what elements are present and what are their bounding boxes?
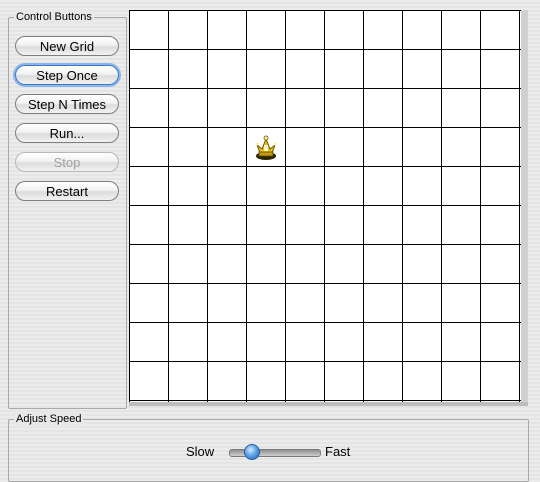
grid-lines (130, 11, 522, 403)
adjust-speed-panel: Adjust Speed Slow Fast (8, 411, 529, 482)
vertical-scrollbar[interactable] (521, 10, 528, 406)
stop-button: Stop (15, 152, 119, 172)
control-buttons-panel: Control Buttons New Grid Step Once Step … (8, 9, 127, 409)
run-button[interactable]: Run... (15, 123, 119, 143)
grid-scroll-pane[interactable] (129, 10, 528, 406)
fast-label: Fast (325, 444, 351, 459)
new-grid-button[interactable]: New Grid (15, 36, 119, 56)
step-n-times-button[interactable]: Step N Times (15, 94, 119, 114)
horizontal-scrollbar[interactable] (129, 402, 528, 406)
speed-slider-track[interactable] (229, 449, 321, 457)
slow-label: Slow (186, 444, 215, 459)
crown-critter-icon[interactable] (255, 133, 277, 161)
adjust-speed-title: Adjust Speed (14, 411, 84, 427)
step-once-button[interactable]: Step Once (15, 65, 119, 85)
world-grid[interactable] (129, 10, 522, 403)
speed-slider-thumb[interactable] (243, 444, 260, 460)
control-buttons-title: Control Buttons (14, 9, 94, 25)
restart-button[interactable]: Restart (15, 181, 119, 201)
